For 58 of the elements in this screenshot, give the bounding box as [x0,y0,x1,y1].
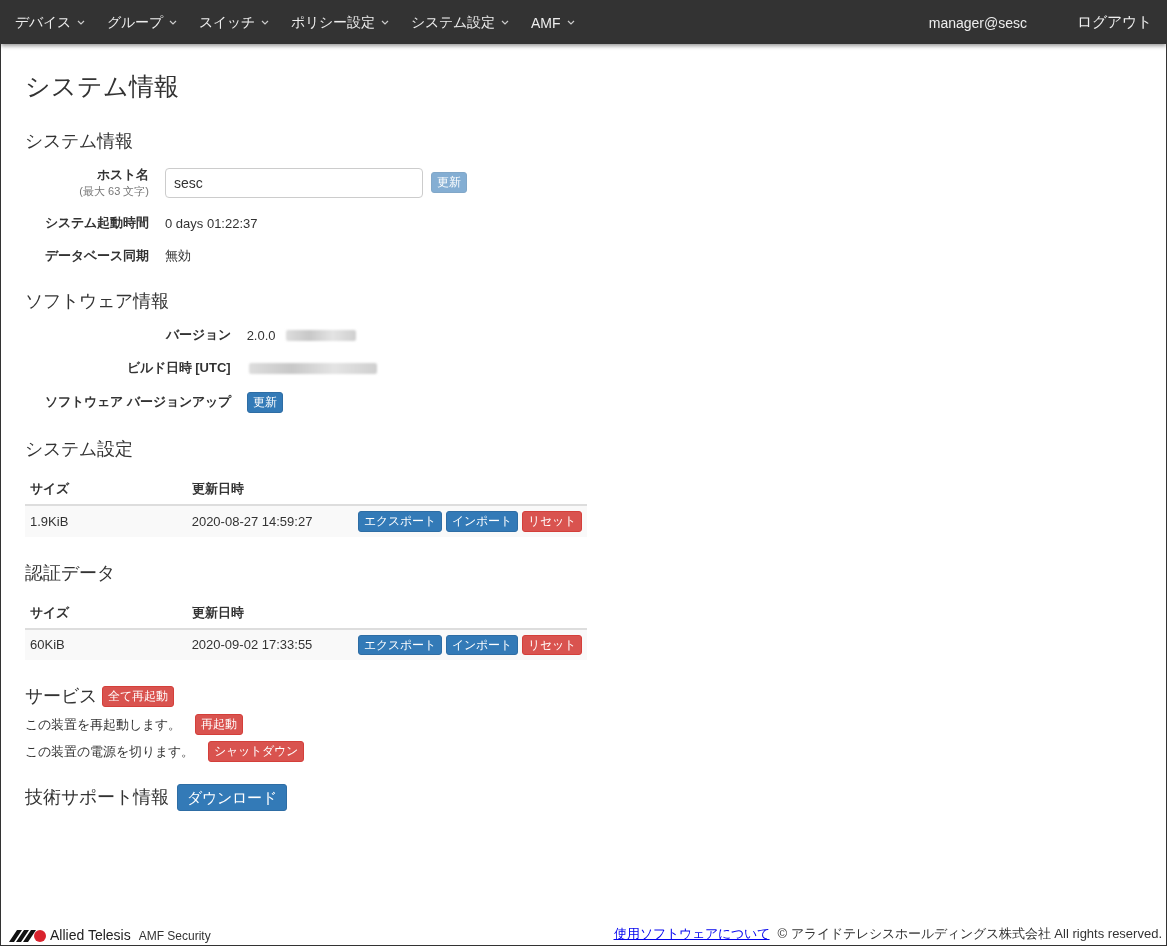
field-value: 0 days 01:22:37 [165,215,258,231]
action-button[interactable]: 全て再起動 [102,686,174,707]
column-header: 更新日時 [186,473,353,505]
page-title: システム情報 [25,71,180,102]
logout-link[interactable]: ログアウト [1077,13,1152,32]
section-title: システム情報 [25,130,134,153]
action-button[interactable]: リセット [522,634,582,656]
field-hint: (最大 63 文字) [79,184,149,199]
action-button[interactable]: 更新 [246,392,283,413]
action-button[interactable]: エクスポート [358,634,442,656]
action-button[interactable]: インポート [446,634,518,656]
software-link[interactable]: 使用ソフトウェアについて [613,925,770,943]
field-label: データベース同期 [45,247,149,265]
action-button[interactable]: エクスポート [358,510,442,532]
column-header: サイズ [25,473,187,505]
action-button[interactable]: インポート [446,510,518,532]
action-button[interactable]: 再起動 [195,714,243,736]
table-cell: 1.9KiB [25,504,187,537]
copyright-text: © アライドテレシスホールディングス株式会社 All rights reserved. [777,925,1162,943]
field-label: ビルド日時 [UTC] [126,359,231,377]
table-cell: 2020-09-02 17:33:55 [186,628,353,661]
action-button[interactable]: ダウンロード [177,784,287,811]
nav-menu[interactable]: ポリシー設定 [291,13,389,32]
hostname-field[interactable]: sesc [165,167,423,198]
nav-menu[interactable]: グループ [107,13,177,32]
section-title: システム設定 [25,437,134,461]
column-header: 更新日時 [186,597,353,629]
logo-icon [9,929,47,943]
section-title: サービス [25,685,97,709]
caret-icon [381,20,389,25]
section-title: 認証データ [25,561,116,585]
field-label: システム起動時間 [45,214,149,232]
nav-menu[interactable]: システム設定 [411,13,509,32]
field-value: 無効 [165,247,191,265]
brand-name: Allied Telesis [50,927,131,943]
action-button[interactable]: リセット [522,510,582,532]
table-cell: 2020-08-27 14:59:27 [186,504,353,537]
field-value: 2.0.0 [246,327,276,343]
nav-menu[interactable]: スイッチ [199,13,269,32]
product-name: AMF Security [138,929,211,943]
service-text: この装置を再起動します。 [25,715,181,734]
field-label: ソフトウェア バージョンアップ [45,393,231,412]
field-label: ホスト名 [97,166,149,184]
table-cell: 60KiB [25,628,187,661]
nav-menu[interactable]: デバイス [15,13,85,32]
section-title: 技術サポート情報 [25,786,169,810]
caret-icon [169,20,177,25]
section-title: ソフトウェア情報 [25,290,170,313]
service-text: この装置の電源を切ります。 [25,742,194,761]
user-name: manager@sesc [928,14,1027,31]
caret-icon [501,20,509,25]
caret-icon [77,20,85,25]
caret-icon [566,20,575,25]
field-label: バージョン [165,326,231,344]
action-button[interactable]: シャットダウン [208,741,304,762]
nav-menu[interactable]: AMF [531,14,575,31]
caret-icon [261,20,269,25]
column-header: サイズ [25,597,187,629]
